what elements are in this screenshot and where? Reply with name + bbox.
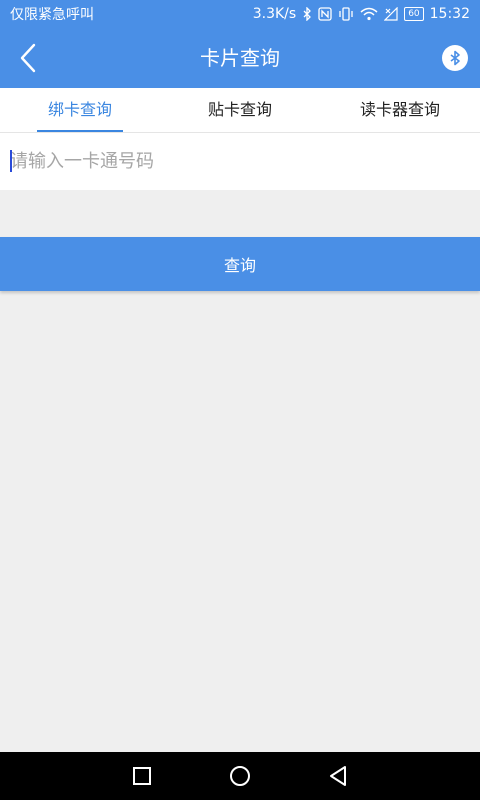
back-nav-icon [330,766,346,786]
status-icons: 3.3K/s 60 15:32 [253,6,470,22]
battery-icon: 60 [404,7,424,21]
card-number-row [0,133,480,190]
clock: 15:32 [429,6,470,22]
app-bar: 卡片查询 [0,28,480,88]
home-button[interactable] [210,752,270,800]
bluetooth-icon [450,50,460,66]
wifi-icon [360,7,378,21]
card-number-input[interactable] [10,133,470,190]
active-tab-indicator [37,130,123,132]
back-button[interactable] [10,40,46,76]
query-button[interactable]: 查询 [0,237,480,291]
nav-back-button[interactable] [308,752,368,800]
tab-card-reader[interactable]: 读卡器查询 [340,88,460,132]
text-cursor [10,150,12,172]
bluetooth-icon [302,7,312,21]
carrier-text: 仅限紧急呼叫 [10,7,94,23]
vibrate-icon [338,7,354,21]
back-icon [20,43,36,73]
status-bar: 仅限紧急呼叫 3.3K/s 60 15:32 [0,0,480,28]
net-speed: 3.3K/s [252,6,297,22]
tab-bind-card[interactable]: 绑卡查询 [37,88,123,132]
bluetooth-button[interactable] [442,45,468,71]
home-icon [230,766,250,786]
recent-apps-icon [133,767,151,785]
recent-apps-button[interactable] [112,752,172,800]
tab-bar: 绑卡查询 贴卡查询 读卡器查询 [0,88,480,133]
nfc-icon [318,7,332,21]
page-title: 卡片查询 [200,46,280,70]
no-signal-icon [384,7,398,21]
tab-tap-card[interactable]: 贴卡查询 [190,88,290,132]
system-nav-bar [0,752,480,800]
